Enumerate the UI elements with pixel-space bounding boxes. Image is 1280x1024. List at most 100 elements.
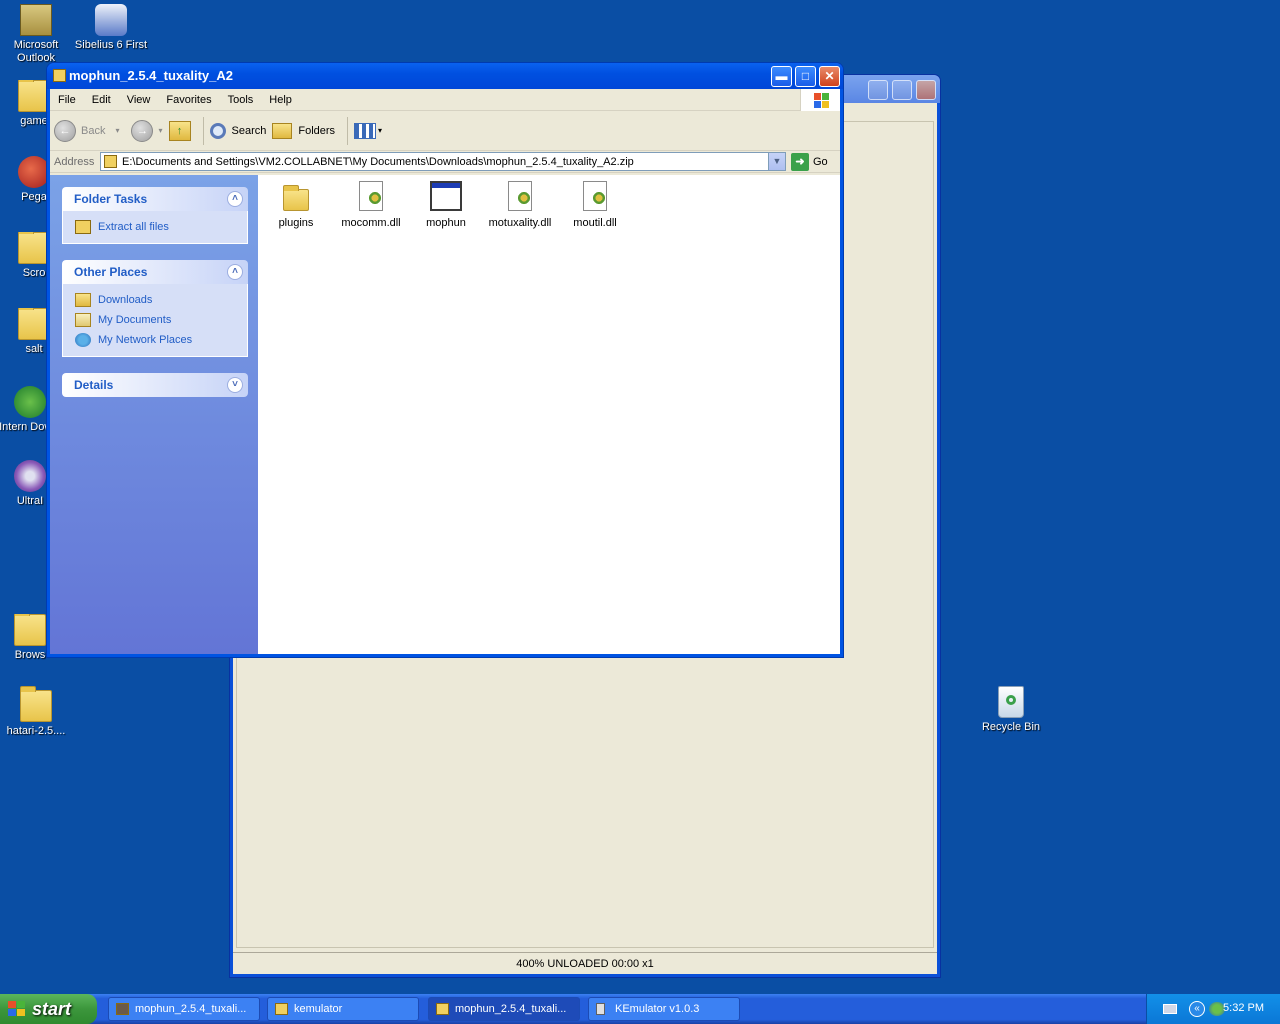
phone-icon: [596, 1003, 605, 1015]
desktop-icon-label: UltraI: [16, 495, 44, 507]
task-label: mophun_2.5.4_tuxali...: [455, 1003, 567, 1015]
up-folder-button[interactable]: ↑: [168, 120, 191, 141]
desktop-icon-outlook[interactable]: Microsoft Outlook: [0, 4, 74, 65]
address-dropdown-button[interactable]: ▼: [768, 153, 785, 170]
go-label: Go: [813, 155, 828, 168]
menu-edit[interactable]: Edit: [84, 94, 119, 106]
search-label: Search: [231, 124, 267, 137]
address-input[interactable]: E:\Documents and Settings\VM2.COLLABNET\…: [100, 152, 786, 171]
toolbar-separator: [347, 116, 349, 145]
toolbar: ← Back ▾ → ▾ ↑ Search Folders ▾: [50, 111, 840, 151]
desktop-icon-internet-download[interactable]: Intern Downl: [0, 386, 46, 446]
file-name: mocomm.dll: [341, 217, 401, 229]
folder-tasks-body: Extract all files: [62, 211, 248, 244]
maximize-button[interactable]: [892, 80, 912, 100]
folder-icon: [18, 308, 46, 340]
start-button[interactable]: start: [0, 994, 97, 1024]
show-hidden-icons-button[interactable]: «: [1189, 1001, 1205, 1017]
taskbar: start mophun_2.5.4_tuxali... kemulator m…: [0, 994, 1280, 1024]
close-button[interactable]: ✕: [819, 66, 840, 87]
explorer-window[interactable]: mophun_2.5.4_tuxality_A2 ▬ □ ✕ File Edit…: [46, 62, 844, 658]
toolbar-separator: [202, 116, 204, 145]
panel-title: Other Places: [74, 265, 148, 279]
task-label: KEmulator v1.0.3: [615, 1003, 700, 1015]
menu-help[interactable]: Help: [261, 94, 300, 106]
expand-icon[interactable]: ˅: [227, 377, 243, 393]
my-documents-icon: [75, 313, 91, 327]
minimize-button[interactable]: ▬: [771, 66, 792, 87]
recycle-bin-icon: [998, 686, 1024, 718]
collapse-icon[interactable]: ˄: [227, 191, 243, 207]
menu-view[interactable]: View: [119, 94, 159, 106]
maximize-icon: □: [801, 69, 810, 83]
emulator-status-bar: 400% UNLOADED 00:00 x1: [233, 952, 937, 974]
desktop-icon-scro[interactable]: Scro: [0, 232, 46, 279]
views-button[interactable]: ▾: [354, 122, 382, 139]
search-button[interactable]: Search: [209, 122, 267, 139]
application-icon: [430, 181, 462, 211]
folder-icon: [14, 614, 46, 646]
taskbar-button-mophun-1[interactable]: mophun_2.5.4_tuxali...: [108, 997, 260, 1021]
explorer-titlebar[interactable]: mophun_2.5.4_tuxality_A2 ▬ □ ✕: [47, 63, 843, 89]
file-name: plugins: [278, 217, 314, 229]
go-button[interactable]: ➜ Go: [791, 152, 828, 171]
file-item-plugins[interactable]: plugins: [258, 181, 334, 229]
desktop-icon-label: Pega: [21, 191, 46, 203]
views-icon: [354, 122, 377, 139]
folders-button[interactable]: Folders: [272, 122, 335, 139]
taskbar-button-kemulator-folder[interactable]: kemulator: [267, 997, 419, 1021]
folders-icon: [272, 122, 293, 139]
clock[interactable]: 5:32 PM: [1223, 1002, 1264, 1014]
maximize-button[interactable]: □: [795, 66, 816, 87]
my-network-places-link[interactable]: My Network Places: [75, 330, 247, 350]
folder-tasks-header[interactable]: Folder Tasks ˄: [62, 187, 248, 211]
desktop-icon-salt[interactable]: salt: [0, 308, 46, 355]
file-item-motuxality[interactable]: motuxality.dll: [482, 181, 558, 229]
outlook-icon: [20, 4, 52, 36]
address-bar: Address E:\Documents and Settings\VM2.CO…: [50, 151, 840, 173]
close-button[interactable]: [916, 80, 936, 100]
file-list[interactable]: plugins mocomm.dll mophun motuxality.dll…: [258, 175, 840, 654]
file-item-mocomm[interactable]: mocomm.dll: [333, 181, 409, 229]
task-label: mophun_2.5.4_tuxali...: [135, 1003, 247, 1015]
desktop-icon-hatari[interactable]: hatari-2.5....: [0, 686, 74, 737]
other-places-header[interactable]: Other Places ˄: [62, 260, 248, 284]
extract-all-files-link[interactable]: Extract all files: [75, 217, 247, 237]
folder-icon: [275, 1003, 288, 1015]
desktop-icon-pegasus[interactable]: Pega: [0, 156, 46, 203]
details-panel: Details ˅: [62, 373, 248, 397]
forward-button[interactable]: → ▾: [125, 119, 163, 142]
desktop-icon-games[interactable]: game: [0, 80, 46, 127]
desktop-icon-label: hatari-2.5....: [6, 725, 66, 737]
file-item-moutil[interactable]: moutil.dll: [557, 181, 633, 229]
downloads-link[interactable]: Downloads: [75, 290, 247, 310]
folder-icon: [20, 686, 52, 722]
chevron-down-icon: ▾: [158, 126, 163, 135]
link-label: Downloads: [98, 294, 153, 306]
taskbar-button-mophun-2[interactable]: mophun_2.5.4_tuxali...: [428, 997, 580, 1021]
explorer-body: Folder Tasks ˄ Extract all files Other P…: [50, 175, 840, 654]
details-header[interactable]: Details ˅: [62, 373, 248, 397]
desktop-icon-sibelius[interactable]: Sibelius 6 First: [73, 4, 149, 51]
minimize-button[interactable]: [868, 80, 888, 100]
desktop-icon-recycle-bin[interactable]: Recycle Bin: [973, 686, 1049, 733]
desktop-icon-ultraiso[interactable]: UltraI: [0, 460, 46, 507]
desktop-icon-label: Intern Downl: [0, 421, 46, 433]
menu-tools[interactable]: Tools: [220, 94, 262, 106]
menu-file[interactable]: File: [50, 94, 84, 106]
link-label: Extract all files: [98, 221, 169, 233]
keyboard-icon[interactable]: [1163, 1004, 1177, 1014]
menu-bar: File Edit View Favorites Tools Help: [50, 89, 840, 111]
desktop-icon-browser[interactable]: Brows: [0, 614, 46, 661]
taskbar-button-kemulator-app[interactable]: KEmulator v1.0.3: [588, 997, 740, 1021]
back-button[interactable]: ← Back ▾: [54, 119, 119, 142]
my-documents-link[interactable]: My Documents: [75, 310, 247, 330]
dll-file-icon: [508, 181, 532, 211]
collapse-icon[interactable]: ˄: [227, 264, 243, 280]
other-places-panel: Other Places ˄ Downloads My Documents My…: [62, 260, 248, 357]
menu-favorites[interactable]: Favorites: [158, 94, 219, 106]
sibelius-icon: [95, 4, 127, 36]
explorer-frame: File Edit View Favorites Tools Help ← Ba…: [50, 89, 840, 654]
file-item-mophun[interactable]: mophun: [408, 181, 484, 229]
task-pane: Folder Tasks ˄ Extract all files Other P…: [50, 175, 258, 654]
